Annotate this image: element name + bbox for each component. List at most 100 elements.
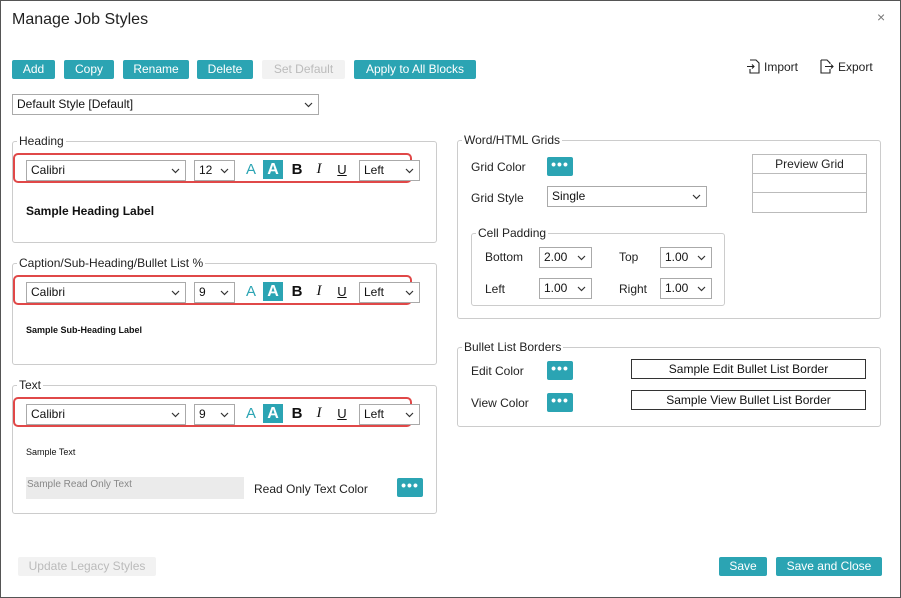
padding-top-value: 1.00 bbox=[665, 250, 689, 264]
chevron-down-icon bbox=[697, 286, 706, 292]
caption-highlight-button[interactable]: A bbox=[263, 282, 283, 301]
rename-button[interactable]: Rename bbox=[123, 60, 189, 79]
chevron-down-icon bbox=[220, 290, 229, 296]
caption-align-select[interactable]: Left bbox=[359, 282, 420, 303]
heading-align-value: Left bbox=[364, 163, 385, 177]
padding-top-select[interactable]: 1.00 bbox=[660, 247, 712, 268]
heading-font-value: Calibri bbox=[31, 163, 66, 177]
caption-size-select[interactable]: 9 bbox=[194, 282, 235, 303]
padding-top-label: Top bbox=[619, 250, 639, 264]
export-button[interactable]: Export bbox=[820, 59, 873, 74]
apply-to-all-blocks-button[interactable]: Apply to All Blocks bbox=[354, 60, 476, 79]
padding-bottom-label: Bottom bbox=[485, 250, 524, 264]
text-highlight-button[interactable]: A bbox=[263, 404, 283, 423]
text-size-value: 9 bbox=[199, 407, 206, 421]
heading-font-select[interactable]: Calibri bbox=[26, 160, 186, 181]
caption-align-value: Left bbox=[364, 285, 385, 299]
text-size-select[interactable]: 9 bbox=[194, 404, 235, 425]
chevron-down-icon bbox=[405, 290, 414, 296]
heading-bold-button[interactable]: B bbox=[287, 160, 307, 179]
text-underline-button[interactable]: U bbox=[332, 404, 352, 423]
chevron-down-icon bbox=[405, 168, 414, 174]
set-default-button[interactable]: Set Default bbox=[262, 60, 345, 79]
edit-color-button[interactable]: ••• bbox=[547, 361, 573, 380]
padding-right-value: 1.00 bbox=[665, 281, 689, 295]
heading-font-row: Calibri 12 A A B I U Left bbox=[13, 153, 420, 183]
padding-bottom-select[interactable]: 2.00 bbox=[539, 247, 592, 268]
padding-bottom-value: 2.00 bbox=[544, 250, 568, 264]
caption-underline-button[interactable]: U bbox=[332, 282, 352, 301]
chevron-down-icon bbox=[171, 168, 180, 174]
caption-text-color-button[interactable]: A bbox=[241, 282, 261, 301]
read-only-text-color-button[interactable]: ••• bbox=[397, 478, 423, 497]
bullet-borders-title: Bullet List Borders bbox=[462, 340, 564, 354]
padding-left-select[interactable]: 1.00 bbox=[539, 278, 592, 299]
read-only-text-color-label: Read Only Text Color bbox=[254, 482, 368, 496]
text-font-value: Calibri bbox=[31, 407, 66, 421]
text-italic-button[interactable]: I bbox=[309, 404, 329, 423]
padding-right-label: Right bbox=[619, 282, 648, 296]
sample-view-border: Sample View Bullet List Border bbox=[631, 390, 866, 410]
chevron-down-icon bbox=[220, 168, 229, 174]
delete-button[interactable]: Delete bbox=[197, 60, 253, 79]
caption-italic-button[interactable]: I bbox=[309, 282, 329, 301]
add-button[interactable]: Add bbox=[12, 60, 55, 79]
heading-text-color-button[interactable]: A bbox=[241, 160, 261, 179]
padding-left-label: Left bbox=[485, 282, 506, 296]
heading-highlight-button[interactable]: A bbox=[263, 160, 283, 179]
caption-font-row: Calibri 9 A A B I U Left bbox=[13, 275, 420, 305]
heading-sample-label: Sample Heading Label bbox=[26, 204, 155, 218]
sample-edit-border: Sample Edit Bullet List Border bbox=[631, 359, 866, 379]
grid-style-label: Grid Style bbox=[471, 191, 524, 205]
heading-italic-button[interactable]: I bbox=[309, 160, 329, 179]
export-label: Export bbox=[838, 59, 873, 74]
text-align-value: Left bbox=[364, 407, 385, 421]
save-and-close-button[interactable]: Save and Close bbox=[776, 557, 882, 576]
text-text-color-button[interactable]: A bbox=[241, 404, 261, 423]
view-color-button[interactable]: ••• bbox=[547, 393, 573, 412]
chevron-down-icon bbox=[577, 286, 586, 292]
job-style-select[interactable]: Default Style [Default] bbox=[12, 94, 319, 115]
update-legacy-styles-button[interactable]: Update Legacy Styles bbox=[18, 557, 156, 576]
chevron-down-icon bbox=[405, 412, 414, 418]
manage-job-styles-dialog: Manage Job Styles × Add Copy Rename Dele… bbox=[0, 0, 901, 598]
preview-grid-row bbox=[753, 174, 866, 193]
preview-grid-header: Preview Grid bbox=[753, 155, 866, 174]
padding-right-select[interactable]: 1.00 bbox=[660, 278, 712, 299]
text-align-select[interactable]: Left bbox=[359, 404, 420, 425]
caption-bold-button[interactable]: B bbox=[287, 282, 307, 301]
text-font-row: Calibri 9 A A B I U Left bbox=[13, 397, 420, 427]
text-panel-title: Text bbox=[17, 378, 44, 392]
copy-button[interactable]: Copy bbox=[64, 60, 114, 79]
padding-left-value: 1.00 bbox=[544, 281, 568, 295]
chevron-down-icon bbox=[692, 194, 701, 200]
grid-color-button[interactable]: ••• bbox=[547, 157, 573, 176]
save-button[interactable]: Save bbox=[719, 557, 767, 576]
heading-panel-title: Heading bbox=[17, 134, 66, 148]
import-button[interactable]: Import bbox=[746, 59, 798, 74]
text-bold-button[interactable]: B bbox=[287, 404, 307, 423]
heading-underline-button[interactable]: U bbox=[332, 160, 352, 179]
caption-panel-title: Caption/Sub-Heading/Bullet List % bbox=[17, 256, 206, 270]
import-icon bbox=[747, 59, 760, 74]
export-icon bbox=[820, 59, 834, 74]
caption-font-select[interactable]: Calibri bbox=[26, 282, 186, 303]
text-font-select[interactable]: Calibri bbox=[26, 404, 186, 425]
heading-align-select[interactable]: Left bbox=[359, 160, 420, 181]
heading-size-select[interactable]: 12 bbox=[194, 160, 235, 181]
read-only-text-sample: Sample Read Only Text bbox=[26, 477, 244, 499]
grid-color-label: Grid Color bbox=[471, 160, 526, 174]
chevron-down-icon bbox=[304, 102, 313, 108]
caption-sample-label: Sample Sub-Heading Label bbox=[26, 325, 143, 335]
grid-style-value: Single bbox=[552, 189, 586, 203]
caption-size-value: 9 bbox=[199, 285, 206, 299]
grid-style-select[interactable]: Single bbox=[547, 186, 707, 207]
dialog-title: Manage Job Styles bbox=[12, 11, 149, 28]
edit-color-label: Edit Color bbox=[471, 364, 524, 378]
preview-grid-row bbox=[753, 193, 866, 212]
preview-grid: Preview Grid bbox=[752, 154, 867, 213]
job-style-value: Default Style [Default] bbox=[17, 97, 134, 111]
text-sample-label: Sample Text bbox=[26, 447, 76, 457]
close-icon[interactable]: × bbox=[877, 9, 885, 25]
chevron-down-icon bbox=[171, 412, 180, 418]
